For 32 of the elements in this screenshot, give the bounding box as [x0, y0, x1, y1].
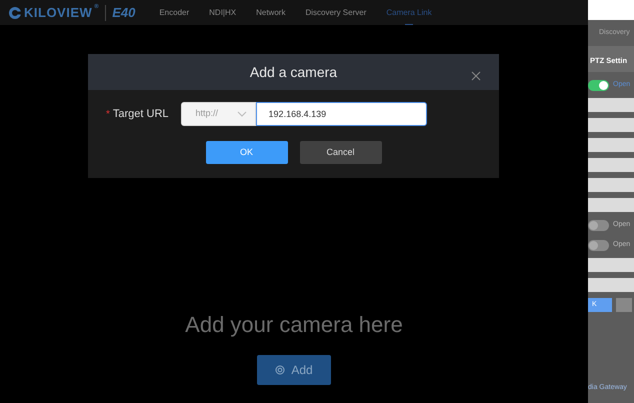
nav-tab[interactable]: Network	[246, 0, 296, 25]
input-field[interactable]	[588, 98, 634, 112]
dialog-title: Add a camera	[250, 62, 338, 82]
camera-icon	[275, 365, 286, 375]
input-field[interactable]	[588, 198, 634, 212]
logo-text: KILOVIEW	[24, 4, 92, 22]
logo-icon	[8, 6, 22, 20]
protocol-select[interactable]: http://	[180, 102, 256, 126]
model-name: E40	[112, 4, 136, 22]
nav-tab[interactable]: Discovery Server	[295, 0, 376, 25]
nav-tab[interactable]: Camera Link	[376, 0, 442, 25]
url-input[interactable]: 192.168.4.139	[256, 102, 427, 126]
add-button[interactable]: Add	[257, 355, 331, 385]
input-field[interactable]	[588, 178, 634, 192]
empty-state-text: Add your camera here	[185, 311, 403, 339]
input-field[interactable]	[588, 118, 634, 132]
secondary-button[interactable]	[616, 298, 632, 312]
nav-tab[interactable]: NDI|HX	[199, 0, 246, 25]
toggle-switch[interactable]	[588, 80, 609, 90]
chevron-down-icon	[236, 111, 247, 117]
input-field[interactable]	[588, 258, 634, 272]
input-field[interactable]	[588, 278, 634, 292]
nav-tab[interactable]: Encoder	[149, 0, 200, 25]
ok-button[interactable]: OK	[206, 141, 288, 164]
input-field[interactable]	[588, 138, 634, 152]
field-label: Target URL	[112, 106, 169, 122]
toggle-switch[interactable]	[588, 240, 609, 250]
cancel-button[interactable]: Cancel	[300, 141, 382, 164]
panel-header-strip	[588, 0, 634, 20]
toggle-switch[interactable]	[588, 220, 609, 230]
input-field[interactable]	[588, 158, 634, 172]
required-mark: *	[106, 108, 110, 122]
